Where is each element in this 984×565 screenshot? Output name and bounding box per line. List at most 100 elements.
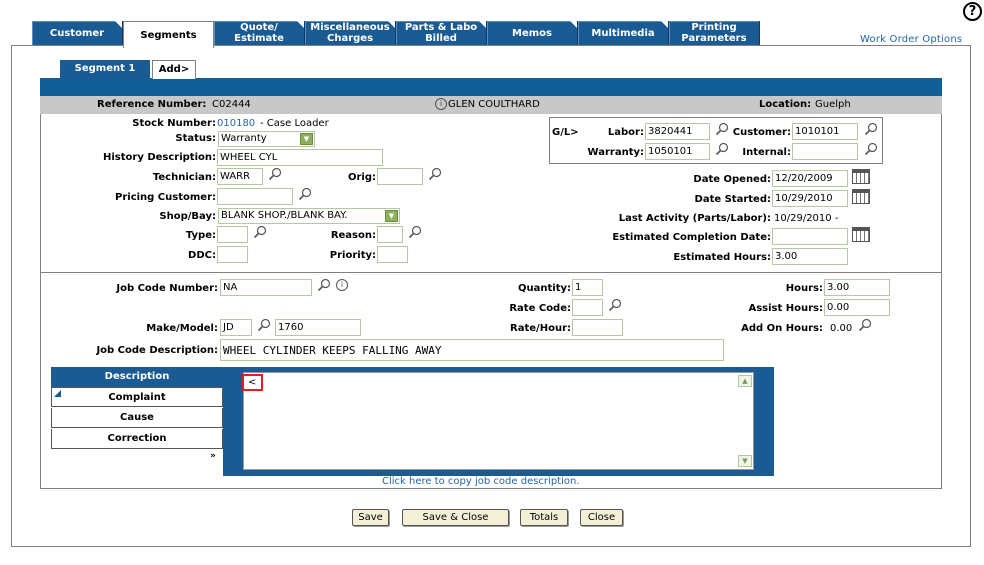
stock-description: - Case Loader	[260, 118, 329, 129]
tab-description[interactable]: Description	[51, 367, 223, 387]
tab-cause[interactable]: Cause	[51, 408, 223, 428]
tab-segments[interactable]: Segments	[123, 21, 214, 48]
warranty-label: Warranty:	[587, 147, 644, 158]
expand-icon[interactable]: »	[210, 451, 216, 461]
date-opened-label: Date Opened:	[693, 174, 771, 185]
quantity-input[interactable]: 1	[572, 279, 603, 296]
tab-customer[interactable]: Customer	[32, 21, 123, 45]
segment-1-tab[interactable]: Segment 1	[60, 60, 150, 79]
description-textarea[interactable]: ▲ ▼	[243, 372, 754, 470]
customer-name: GLEN COULTHARD	[448, 99, 540, 110]
cursor-highlight: <	[242, 374, 263, 391]
model-input[interactable]: 1760	[275, 319, 361, 336]
help-icon[interactable]: ?	[963, 2, 982, 21]
est-hours-input[interactable]: 3.00	[772, 248, 848, 265]
tab-label: Complaint	[108, 392, 166, 403]
tab-parts-labor-billed[interactable]: Parts & Labo Billed	[396, 21, 487, 45]
assist-hours-input[interactable]: 0.00	[824, 299, 890, 316]
copy-job-description-link[interactable]: Click here to copy job code description.	[382, 476, 580, 487]
tab-label: Parts & Labo Billed	[404, 22, 478, 44]
job-description-input[interactable]: WHEEL CYLINDER KEEPS FALLING AWAY	[220, 339, 724, 361]
history-description-input[interactable]: WHEEL CYL	[217, 149, 383, 166]
est-completion-input[interactable]	[772, 228, 848, 245]
calendar-icon[interactable]	[852, 189, 870, 204]
close-button[interactable]: Close	[580, 509, 623, 526]
tab-misc-charges[interactable]: Miscellaneous Charges	[305, 21, 396, 45]
warranty-gl-input[interactable]: 1050101	[645, 143, 710, 160]
tab-quote-estimate[interactable]: Quote/ Estimate	[214, 21, 305, 45]
date-started-input[interactable]: 10/29/2010	[772, 190, 848, 207]
job-code-input[interactable]: NA	[220, 279, 312, 296]
add-segment-tab[interactable]: Add>	[152, 60, 196, 79]
history-description-label: History Description:	[102, 152, 216, 163]
labor-gl-input[interactable]: 3820441	[645, 123, 710, 140]
search-icon[interactable]	[268, 167, 282, 181]
hours-input[interactable]: 3.00	[824, 279, 890, 296]
pricing-customer-label: Pricing Customer:	[115, 192, 216, 203]
add-on-hours-value: 0.00	[830, 323, 853, 334]
tab-printing-parameters[interactable]: Printing Parameters	[669, 21, 760, 45]
tab-complaint[interactable]: Complaint	[51, 387, 223, 407]
priority-input[interactable]	[377, 246, 408, 263]
make-input[interactable]: JD	[220, 319, 252, 336]
priority-label: Priority:	[329, 250, 376, 261]
search-icon[interactable]	[253, 225, 267, 239]
search-icon[interactable]	[858, 318, 872, 332]
search-icon[interactable]	[864, 142, 878, 156]
technician-input[interactable]: WARR	[217, 168, 263, 185]
search-icon[interactable]	[864, 122, 878, 136]
shop-bay-select[interactable]: BLANK SHOP./BLANK BAY. ▼	[218, 208, 400, 224]
rate-hour-input[interactable]	[572, 319, 623, 336]
scroll-up-icon[interactable]: ▲	[738, 375, 752, 387]
search-icon[interactable]	[298, 187, 312, 201]
tab-multimedia[interactable]: Multimedia	[578, 21, 669, 45]
gl-title: G/L>	[552, 127, 579, 138]
internal-gl-input[interactable]	[792, 143, 858, 160]
job-description-label: Job Code Description:	[96, 345, 218, 356]
reference-value: C02444	[212, 99, 251, 110]
info-icon[interactable]: i	[336, 279, 348, 291]
info-icon[interactable]: i	[435, 98, 447, 110]
tab-label: Quote/ Estimate	[234, 22, 284, 44]
customer-gl-input[interactable]: 1010101	[792, 123, 858, 140]
segment-header-bar	[40, 78, 942, 96]
search-icon[interactable]	[428, 167, 442, 181]
stock-number-label: Stock Number:	[132, 118, 216, 129]
search-icon[interactable]	[608, 298, 622, 312]
labor-label: Labor:	[607, 127, 644, 138]
search-icon[interactable]	[257, 318, 271, 332]
totals-button[interactable]: Totals	[520, 509, 568, 526]
ddc-input[interactable]	[217, 246, 248, 263]
tab-label: Multimedia	[591, 27, 655, 39]
reason-input[interactable]	[377, 226, 403, 243]
est-hours-label: Estimated Hours:	[673, 252, 771, 263]
status-label: Status:	[175, 133, 216, 144]
type-input[interactable]	[217, 226, 248, 243]
pricing-customer-input[interactable]	[217, 188, 293, 205]
search-icon[interactable]	[408, 225, 422, 239]
search-icon[interactable]	[715, 122, 729, 136]
add-on-hours-label: Add On Hours:	[741, 323, 823, 334]
status-value: Warranty	[221, 133, 267, 144]
rate-code-input[interactable]	[572, 299, 603, 316]
calendar-icon[interactable]	[852, 169, 870, 184]
scroll-down-icon[interactable]: ▼	[738, 455, 752, 467]
tab-memos[interactable]: Memos	[487, 21, 578, 45]
tab-correction[interactable]: Correction	[51, 429, 223, 449]
tab-label: Miscellaneous Charges	[310, 22, 390, 44]
orig-label: Orig:	[347, 172, 376, 183]
calendar-icon[interactable]	[852, 227, 870, 242]
orig-input[interactable]	[377, 168, 423, 185]
reference-label: Reference Number:	[97, 99, 207, 110]
search-icon[interactable]	[317, 278, 331, 292]
date-opened-input[interactable]: 12/20/2009	[772, 170, 848, 187]
last-activity-value: 10/29/2010 -	[774, 213, 839, 224]
stock-number-link[interactable]: 010180	[217, 118, 255, 129]
search-icon[interactable]	[715, 142, 729, 156]
status-select[interactable]: Warranty ▼	[218, 131, 315, 147]
save-button[interactable]: Save	[352, 509, 389, 526]
save-close-button[interactable]: Save & Close	[402, 509, 509, 526]
internal-label: Internal:	[742, 147, 791, 158]
chevron-down-icon: ▼	[300, 133, 313, 145]
work-order-options-link[interactable]: Work Order Options	[860, 34, 962, 45]
